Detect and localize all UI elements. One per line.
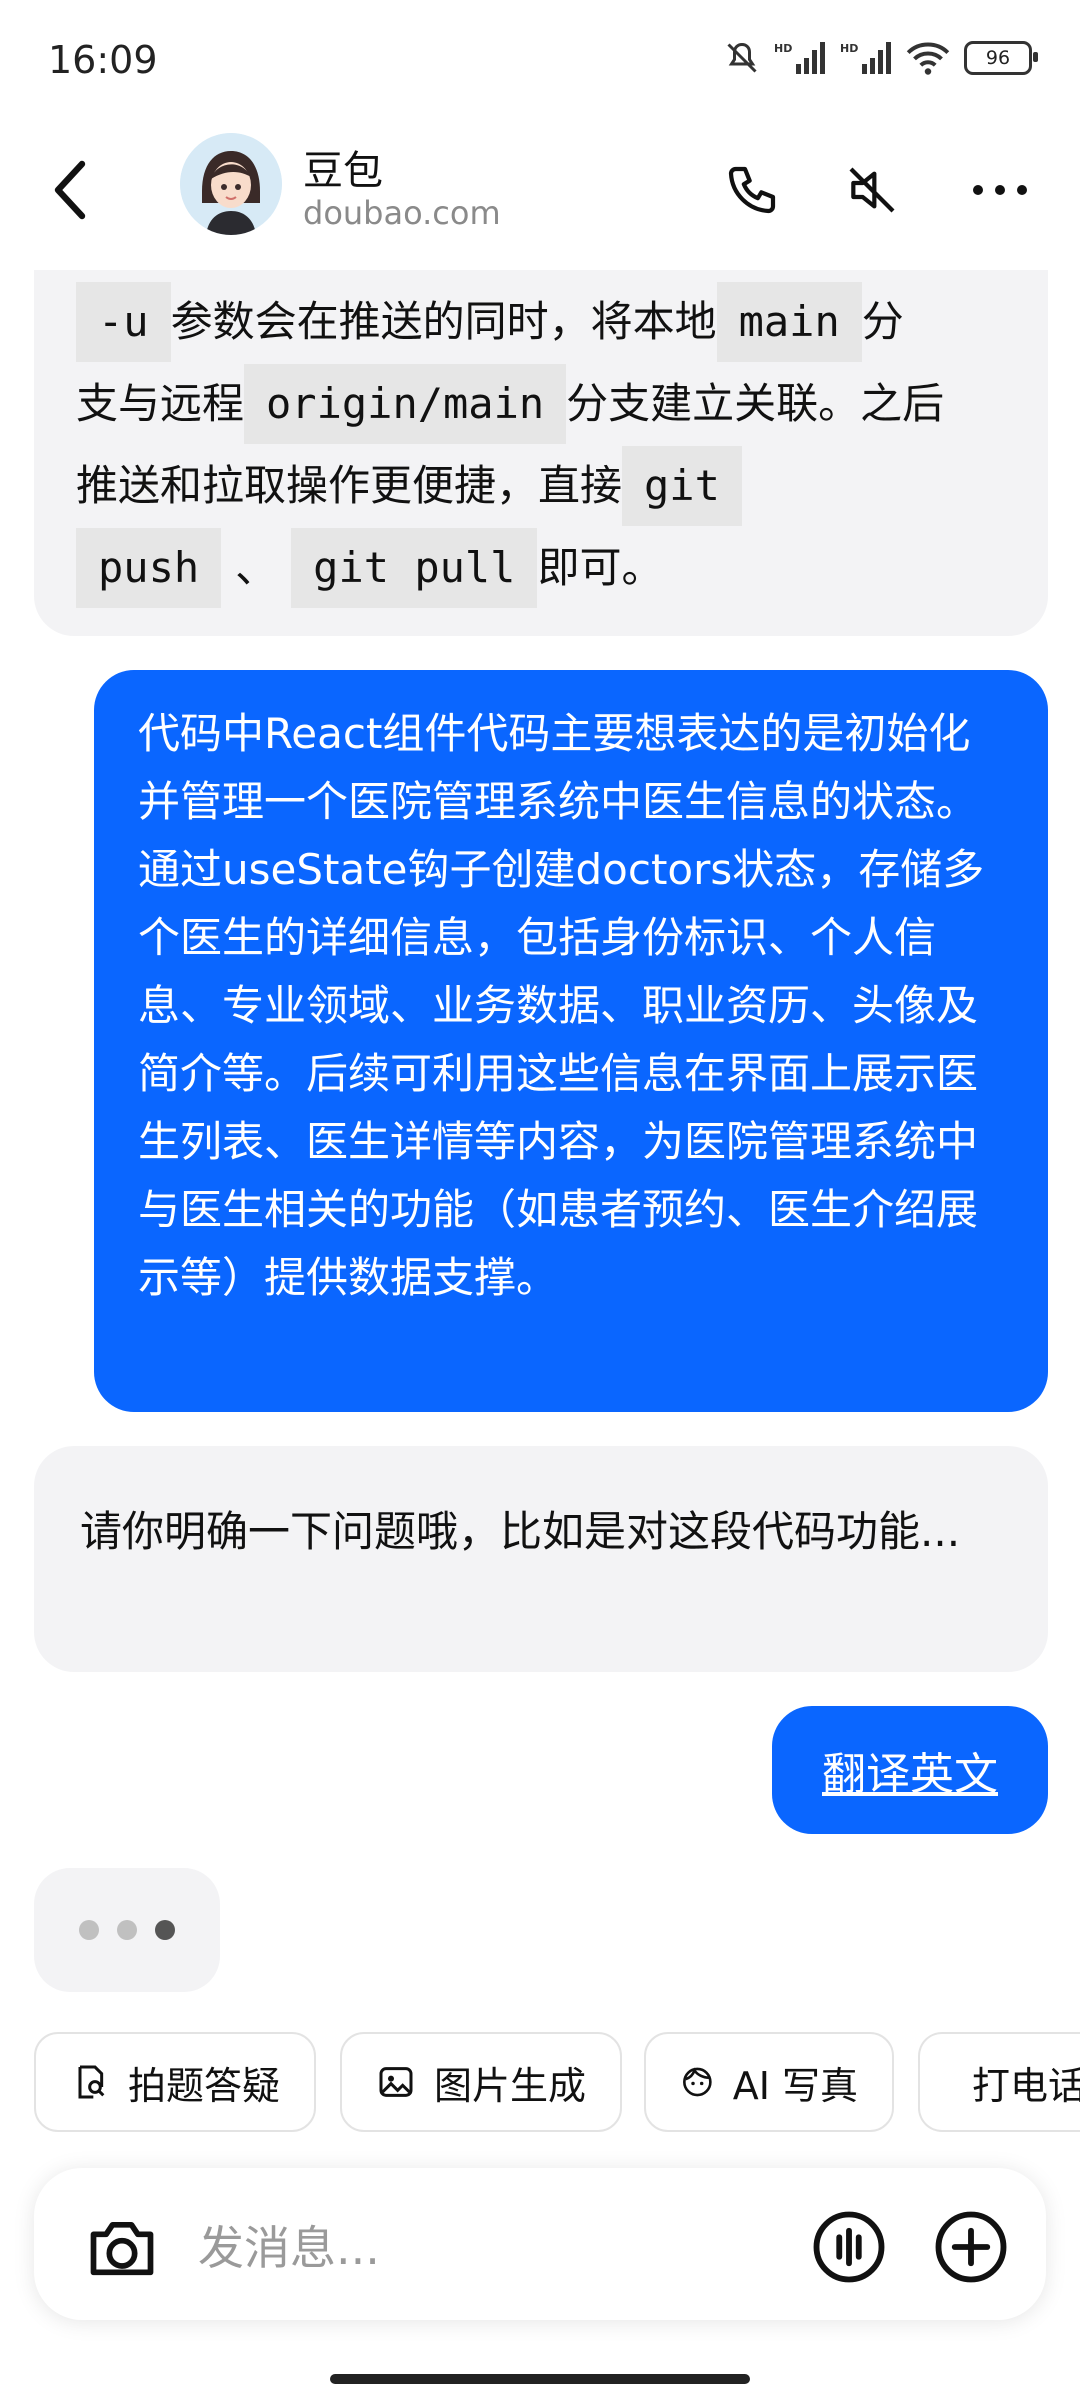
quick-action-image-generation[interactable]: 图片生成 — [340, 2032, 622, 2132]
quick-action-label: 拍题答疑 — [127, 2063, 280, 2108]
more-dots-icon — [973, 185, 1027, 195]
phone-icon — [728, 166, 776, 214]
message-input-bar — [34, 2168, 1046, 2320]
user-message-text: 翻译英文 — [822, 1749, 998, 1800]
inline-code: git pull — [291, 528, 538, 608]
mute-bell-icon — [727, 42, 757, 73]
bot-message-line: 支与远程 origin/main 分支建立关联。之后 — [76, 364, 944, 444]
speaker-muted-icon — [849, 167, 895, 213]
bot-message-line: push 、 git pull 即可。 — [76, 528, 663, 608]
home-indicator — [330, 2374, 750, 2384]
message-text: 即可。 — [537, 543, 664, 592]
message-text: 、 — [235, 543, 278, 592]
mute-button[interactable] — [832, 150, 912, 230]
typing-dot — [79, 1920, 99, 1940]
camera-button[interactable] — [84, 2212, 160, 2282]
typing-dot — [117, 1920, 137, 1940]
quick-action-label: AI 写真 — [732, 2063, 858, 2108]
message-text: 推送和拉取操作更便捷，直接 — [76, 461, 623, 510]
back-button[interactable] — [40, 150, 100, 230]
message-input[interactable]: 发消息... — [198, 2212, 380, 2278]
message-text: 支与远程 — [76, 379, 245, 428]
image-icon — [379, 2067, 413, 2097]
add-button[interactable] — [932, 2208, 1010, 2286]
battery-indicator: 96 — [964, 41, 1038, 75]
signal-icon-2: HD — [840, 42, 891, 74]
photo-search-icon — [78, 2065, 105, 2099]
voice-wave-icon — [813, 2211, 885, 2283]
chat-subtitle: doubao.com — [303, 194, 501, 232]
bot-message-text: 请你明确一下问题哦，比如是对这段代码功能... — [80, 1507, 961, 1556]
user-message-bubble[interactable]: 翻译英文 — [772, 1706, 1048, 1834]
inline-code: main — [716, 282, 862, 362]
more-button[interactable] — [960, 150, 1040, 230]
battery-level: 96 — [985, 47, 1011, 69]
voice-button[interactable] — [810, 2208, 888, 2286]
quick-action-ai-portrait[interactable]: AI 写真 — [644, 2032, 894, 2132]
call-button[interactable] — [712, 150, 792, 230]
chat-title: 豆包 — [303, 148, 383, 194]
typing-dot — [155, 1920, 175, 1940]
bot-message-line: -u 参数会在推送的同时，将本地 main 分 — [76, 282, 904, 362]
bot-message-line: 推送和拉取操作更便捷，直接 git — [76, 446, 742, 526]
inline-code: origin/main — [244, 364, 567, 444]
wifi-icon — [906, 42, 950, 75]
status-icons: HD HD 96 — [724, 40, 1038, 76]
face-icon — [683, 2067, 712, 2097]
user-message-text: 代码中React组件代码主要想表达的是初始化并管理一个医院管理系统中医生信息的状… — [138, 709, 985, 1302]
quick-action-phone-call[interactable]: 打电话 — [918, 2032, 1080, 2132]
typing-indicator — [34, 1868, 220, 1992]
message-text: 参数会在推送的同时，将本地 — [170, 297, 717, 346]
chevron-left-icon — [54, 160, 86, 220]
inline-code: push — [76, 528, 222, 608]
message-text: 分支建立关联。之后 — [566, 379, 945, 428]
message-text: 分 — [861, 297, 904, 346]
svg-text:HD: HD — [774, 42, 792, 55]
status-time: 16:09 — [48, 38, 158, 82]
signal-icon-1: HD — [774, 42, 825, 74]
inline-code: git — [622, 446, 742, 526]
quick-action-label: 打电话 — [972, 2063, 1080, 2108]
quick-action-label: 图片生成 — [433, 2063, 586, 2108]
bot-avatar[interactable] — [180, 133, 282, 235]
quick-action-photo-question[interactable]: 拍题答疑 — [34, 2032, 316, 2132]
camera-icon — [90, 2221, 154, 2276]
svg-text:HD: HD — [840, 42, 858, 55]
plus-circle-icon — [935, 2211, 1007, 2283]
inline-code: -u — [76, 282, 171, 362]
